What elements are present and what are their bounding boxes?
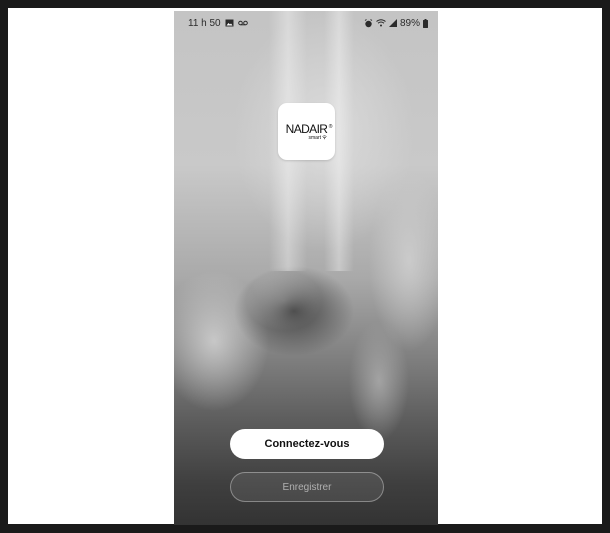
battery-percent: 89% — [399, 17, 420, 29]
battery-icon — [423, 18, 428, 28]
logo-brand: NADAIR ® — [285, 121, 333, 136]
status-bar: 11 h 50 89% — [174, 11, 438, 35]
wifi-icon — [376, 19, 386, 27]
image-icon — [225, 19, 234, 27]
alarm-icon — [364, 18, 373, 28]
login-button[interactable]: Connectez-vous — [230, 429, 384, 459]
register-button[interactable]: Enregistrer — [230, 472, 384, 502]
app-logo: NADAIR ® smart — [278, 103, 335, 160]
phone-screen: 11 h 50 89% NADAIR ® smart Connectez-vou… — [174, 11, 438, 525]
voicemail-icon — [237, 20, 248, 26]
status-time: 11 h 50 — [188, 17, 221, 29]
wifi-icon — [322, 135, 327, 140]
signal-icon — [388, 19, 397, 27]
